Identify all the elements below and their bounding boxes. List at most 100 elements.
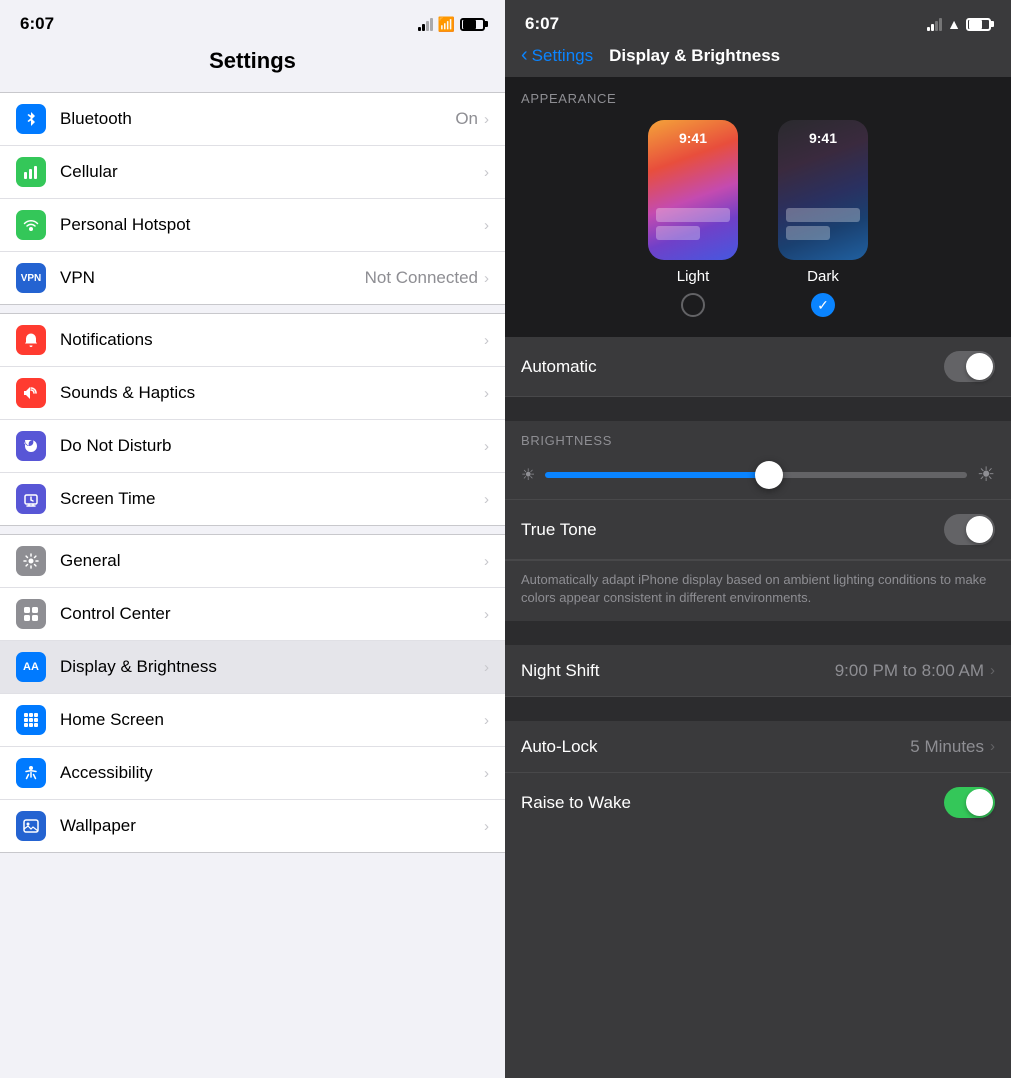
display-label: Display & Brightness — [60, 657, 484, 677]
wallpaper-icon — [16, 811, 46, 841]
right-content: APPEARANCE 9:41 Light — [505, 77, 1011, 1078]
raise-to-wake-toggle[interactable] — [944, 787, 995, 818]
left-status-bar: 6:07 📶 — [0, 0, 505, 40]
auto-lock-label: Auto-Lock — [521, 737, 910, 757]
dark-mode-option[interactable]: 9:41 Dark ✓ — [778, 120, 868, 317]
general-label: General — [60, 551, 484, 571]
brightness-sun-small-icon: ☀ — [521, 465, 535, 485]
right-signal-icon — [927, 18, 942, 31]
cellular-icon — [16, 157, 46, 187]
automatic-toggle-knob — [966, 353, 993, 380]
sounds-item[interactable]: Sounds & Haptics › — [0, 367, 505, 420]
section-spacer-2 — [505, 621, 1011, 645]
left-time: 6:07 — [20, 14, 54, 34]
raise-to-wake-toggle-knob — [966, 789, 993, 816]
light-mode-option[interactable]: 9:41 Light — [648, 120, 738, 317]
wallpaper-label: Wallpaper — [60, 816, 484, 836]
dark-preview-bar-2 — [786, 226, 830, 240]
raise-to-wake-row[interactable]: Raise to Wake — [505, 773, 1011, 832]
hotspot-chevron: › — [484, 217, 489, 234]
notifications-label: Notifications — [60, 330, 484, 350]
light-mode-label: Light — [677, 268, 710, 285]
right-wifi-icon: ▲ — [947, 16, 961, 32]
general-item[interactable]: General › — [0, 535, 505, 588]
cellular-item[interactable]: Cellular › — [0, 146, 505, 199]
left-panel: 6:07 📶 Settings — [0, 0, 505, 1078]
controlcenter-item[interactable]: Control Center › — [0, 588, 505, 641]
night-shift-row[interactable]: Night Shift 9:00 PM to 8:00 AM › — [505, 645, 1011, 697]
homescreen-label: Home Screen — [60, 710, 484, 730]
brightness-section: BRIGHTNESS ☀ ☀ — [505, 421, 1011, 500]
vpn-label: VPN — [60, 268, 365, 288]
homescreen-item[interactable]: Home Screen › — [0, 694, 505, 747]
dnd-chevron: › — [484, 438, 489, 455]
sounds-label: Sounds & Haptics — [60, 383, 484, 403]
cellular-label: Cellular — [60, 162, 484, 182]
right-status-bar: 6:07 ▲ — [505, 0, 1011, 40]
general-icon — [16, 546, 46, 576]
accessibility-item[interactable]: Accessibility › — [0, 747, 505, 800]
wallpaper-chevron: › — [484, 818, 489, 835]
page-title: Settings — [20, 48, 485, 74]
dark-mode-label: Dark — [807, 268, 839, 285]
dnd-item[interactable]: Do Not Disturb › — [0, 420, 505, 473]
hotspot-icon — [16, 210, 46, 240]
homescreen-chevron: › — [484, 712, 489, 729]
raise-to-wake-label: Raise to Wake — [521, 793, 944, 813]
right-time: 6:07 — [525, 14, 559, 34]
automatic-label: Automatic — [521, 357, 944, 377]
screentime-item[interactable]: Screen Time › — [0, 473, 505, 525]
brightness-slider-row: ☀ ☀ — [521, 462, 995, 487]
light-phone-preview: 9:41 — [648, 120, 738, 260]
screentime-label: Screen Time — [60, 489, 484, 509]
light-preview-time: 9:41 — [648, 130, 738, 146]
dnd-icon — [16, 431, 46, 461]
left-status-icons: 📶 — [418, 16, 485, 33]
wifi-icon: 📶 — [438, 16, 455, 33]
general-chevron: › — [484, 553, 489, 570]
bluetooth-icon — [16, 104, 46, 134]
appearance-section: APPEARANCE 9:41 Light — [505, 77, 1011, 337]
brightness-header: BRIGHTNESS — [521, 433, 995, 448]
back-button[interactable]: ‹ Settings — [521, 44, 593, 67]
bluetooth-value: On — [455, 109, 478, 129]
automatic-row[interactable]: Automatic — [505, 337, 1011, 397]
hotspot-label: Personal Hotspot — [60, 215, 484, 235]
notifications-item[interactable]: Notifications › — [0, 314, 505, 367]
dark-radio[interactable]: ✓ — [811, 293, 835, 317]
back-chevron-icon: ‹ — [521, 44, 528, 67]
night-shift-label: Night Shift — [521, 661, 835, 681]
auto-lock-row[interactable]: Auto-Lock 5 Minutes › — [505, 721, 1011, 773]
right-panel: 6:07 ▲ ‹ Settings Display & Brightness A… — [505, 0, 1011, 1078]
vpn-item[interactable]: VPN VPN Not Connected › — [0, 252, 505, 304]
brightness-sun-large-icon: ☀ — [977, 462, 995, 487]
night-shift-value: 9:00 PM to 8:00 AM — [835, 661, 984, 681]
auto-lock-chevron: › — [990, 738, 995, 755]
true-tone-toggle-knob — [966, 516, 993, 543]
bluetooth-item[interactable]: Bluetooth On › — [0, 93, 505, 146]
controlcenter-label: Control Center — [60, 604, 484, 624]
display-group: General › Control Center › AA Display & — [0, 534, 505, 853]
true-tone-toggle[interactable] — [944, 514, 995, 545]
hotspot-item[interactable]: Personal Hotspot › — [0, 199, 505, 252]
automatic-toggle[interactable] — [944, 351, 995, 382]
brightness-thumb[interactable] — [755, 461, 783, 489]
controlcenter-chevron: › — [484, 606, 489, 623]
sounds-chevron: › — [484, 385, 489, 402]
dark-phone-preview: 9:41 — [778, 120, 868, 260]
settings-list[interactable]: Bluetooth On › Cellular › — [0, 84, 505, 1078]
night-shift-chevron: › — [990, 662, 995, 679]
cellular-chevron: › — [484, 164, 489, 181]
light-radio[interactable] — [681, 293, 705, 317]
accessibility-label: Accessibility — [60, 763, 484, 783]
true-tone-desc-text: Automatically adapt iPhone display based… — [521, 571, 995, 607]
wallpaper-item[interactable]: Wallpaper › — [0, 800, 505, 852]
true-tone-row[interactable]: True Tone — [505, 500, 1011, 560]
battery-icon — [460, 18, 485, 31]
display-item[interactable]: AA Display & Brightness › — [0, 641, 505, 694]
bluetooth-label: Bluetooth — [60, 109, 455, 129]
auto-lock-value: 5 Minutes — [910, 737, 984, 757]
display-chevron: › — [484, 659, 489, 676]
brightness-track[interactable] — [545, 472, 967, 478]
back-label: Settings — [532, 46, 593, 66]
